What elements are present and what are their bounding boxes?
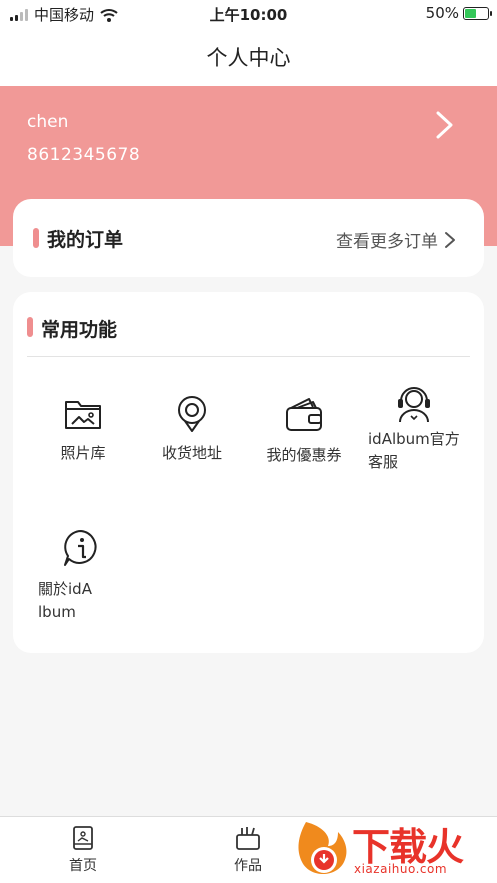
- chevron-right-icon: [445, 231, 455, 248]
- flame-logo-icon: [298, 822, 347, 874]
- features-card: 常用功能 照片库 收货地址 我的優惠券 idAlbum官方客服 關於idAlbu…: [13, 292, 484, 653]
- battery-percent: 50%: [425, 4, 459, 22]
- feature-shipping-address[interactable]: 收货地址: [136, 394, 248, 465]
- tab-home[interactable]: 首页: [38, 825, 128, 875]
- orders-title: 我的订单: [47, 229, 124, 251]
- page-title: 个人中心: [206, 46, 291, 70]
- watermark-domain: xiazaihuo.com: [354, 862, 448, 876]
- works-box-icon: [236, 827, 260, 850]
- orders-card[interactable]: 我的订单 查看更多订单: [13, 199, 484, 277]
- profile-phone: 8612345678: [27, 145, 141, 165]
- watermark: 下载火 xiazaihuo.com: [292, 812, 497, 883]
- photo-folder-icon: [65, 401, 101, 429]
- chevron-right-icon[interactable]: [429, 110, 459, 140]
- feature-label: 我的優惠券: [266, 446, 342, 464]
- location-pin-icon: [178, 396, 206, 432]
- profile-name: chen: [27, 112, 69, 132]
- feature-label: 照片库: [60, 444, 106, 462]
- view-more-orders-link[interactable]: 查看更多订单: [336, 227, 456, 252]
- album-book-icon: [73, 826, 93, 850]
- section-marker: [27, 317, 33, 337]
- tab-label: 作品: [234, 858, 262, 874]
- wifi-icon: [100, 8, 118, 22]
- tab-label: 首页: [69, 858, 97, 874]
- status-bar: 中国移动 上午10:00 50%: [0, 0, 497, 28]
- nav-bar: 个人中心: [0, 28, 497, 86]
- divider: [27, 356, 470, 357]
- info-bubble-icon: [64, 530, 97, 566]
- section-marker: [33, 228, 39, 248]
- feature-label: 關於idAlbum: [38, 580, 92, 621]
- feature-customer-service[interactable]: idAlbum官方客服: [358, 384, 478, 474]
- carrier-label: 中国移动: [34, 6, 95, 24]
- view-more-orders-label: 查看更多订单: [336, 232, 438, 252]
- feature-coupons[interactable]: 我的優惠券: [248, 396, 360, 467]
- feature-about[interactable]: 關於idAlbum: [13, 528, 125, 624]
- signal-icon: [10, 8, 28, 21]
- wallet-icon: [286, 398, 322, 431]
- customer-service-icon: [398, 387, 430, 423]
- features-title: 常用功能: [41, 319, 118, 341]
- feature-label: idAlbum官方客服: [368, 430, 460, 471]
- tab-works[interactable]: 作品: [203, 825, 293, 875]
- feature-photo-library[interactable]: 照片库: [27, 396, 139, 465]
- feature-label: 收货地址: [161, 444, 222, 462]
- battery-icon: [463, 6, 492, 20]
